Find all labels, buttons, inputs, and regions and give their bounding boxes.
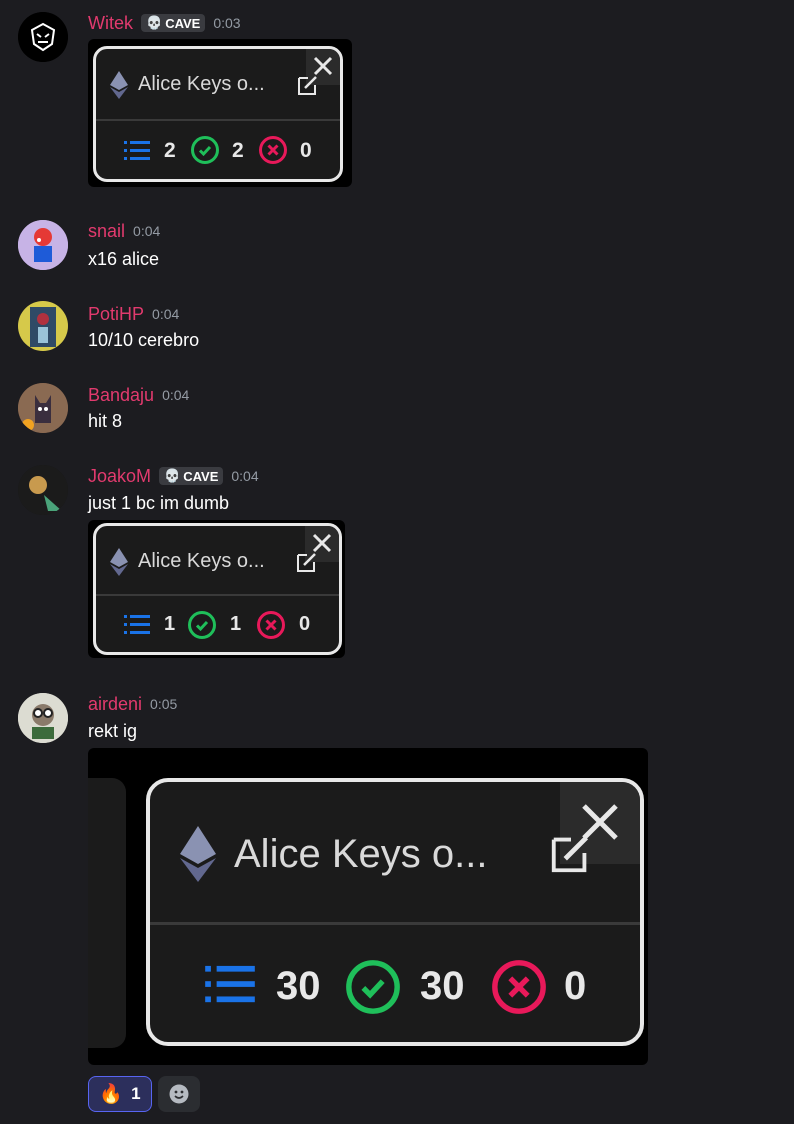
reaction-count: 1 — [131, 1084, 141, 1103]
check-circle-icon — [346, 960, 400, 1014]
edit-icon — [551, 835, 589, 873]
username[interactable]: airdeni — [88, 694, 142, 715]
timestamp: 0:05 — [150, 696, 178, 712]
message-header: JoakoM 💀 CAVE 0:04 — [88, 465, 259, 487]
list-icon — [124, 141, 150, 160]
timestamp: 0:04 — [231, 468, 259, 484]
avatar[interactable] — [18, 12, 68, 62]
correct-count: 30 — [420, 964, 465, 1008]
message-text: x16 alice — [88, 249, 160, 269]
correct-count: 2 — [232, 139, 244, 162]
panel-title: Alice Keys o... — [138, 73, 265, 95]
avatar[interactable] — [18, 383, 68, 433]
message-header: snail 0:04 — [88, 220, 160, 242]
guild-tag[interactable]: 💀 CAVE — [141, 14, 206, 32]
fire-reaction[interactable]: 🔥 1 — [88, 1076, 152, 1112]
add-reaction-button[interactable] — [158, 1076, 200, 1112]
divider — [150, 922, 640, 925]
username[interactable]: Bandaju — [88, 385, 154, 406]
wrong-count: 0 — [564, 964, 587, 1008]
ethereum-icon — [180, 826, 216, 882]
username[interactable]: Witek — [88, 13, 133, 34]
edit-icon — [298, 76, 317, 95]
username[interactable]: JoakoM — [88, 466, 151, 487]
avatar[interactable] — [18, 693, 68, 743]
timestamp: 0:04 — [133, 223, 161, 239]
timestamp: 0:04 — [152, 306, 180, 322]
divider — [96, 119, 340, 121]
wrong-count: 0 — [299, 613, 311, 635]
reactions-bar: 🔥 1 — [88, 1076, 200, 1112]
avatar[interactable] — [18, 301, 68, 351]
timestamp: 0:04 — [162, 387, 190, 403]
image-embed[interactable]: Alice Keys o... 30 30 0 — [88, 748, 648, 1065]
panel-title: Alice Keys o... — [234, 832, 488, 876]
add-reaction-icon — [169, 1084, 189, 1104]
wrong-count: 0 — [300, 139, 312, 162]
message-text: hit 8 — [88, 411, 123, 431]
username[interactable]: snail — [88, 221, 125, 242]
guild-tag[interactable]: 💀 CAVE — [159, 467, 224, 485]
timestamp: 0:03 — [213, 15, 241, 31]
list-icon — [124, 615, 150, 634]
skull-icon: 💀 — [146, 15, 163, 30]
check-circle-icon — [188, 611, 216, 639]
username[interactable]: PotiHP — [88, 304, 144, 325]
correct-count: 1 — [230, 613, 242, 635]
message-header: Witek 💀 CAVE 0:03 — [88, 12, 241, 34]
message-text: 10/10 cerebro — [88, 330, 200, 350]
edit-icon — [297, 553, 316, 572]
list-icon — [205, 965, 255, 1003]
skull-icon: 💀 — [164, 468, 181, 483]
message-text: rekt ig — [88, 721, 138, 741]
message-header: PotiHP 0:04 — [88, 303, 179, 325]
message-header: airdeni 0:05 — [88, 693, 177, 715]
ethereum-icon — [110, 71, 128, 99]
stats-panel: Alice Keys o... 1 1 0 — [93, 523, 342, 655]
fire-icon: 🔥 — [99, 1084, 124, 1105]
x-circle-icon — [259, 136, 287, 164]
divider — [96, 594, 339, 596]
ethereum-icon — [110, 548, 128, 576]
avatar[interactable] — [18, 220, 68, 270]
message-header: Bandaju 0:04 — [88, 384, 189, 406]
total-count: 2 — [164, 139, 176, 162]
x-circle-icon — [492, 960, 546, 1014]
check-circle-icon — [191, 136, 219, 164]
total-count: 1 — [164, 613, 176, 635]
stats-panel: Alice Keys o... 30 30 0 — [146, 778, 644, 1046]
message-text: just 1 bc im dumb — [88, 493, 230, 513]
panel-title: Alice Keys o... — [138, 550, 265, 572]
image-embed[interactable]: Alice Keys o... 1 1 0 — [88, 520, 345, 658]
stats-panel: Alice Keys o... 2 2 0 — [93, 46, 343, 182]
x-circle-icon — [257, 611, 285, 639]
avatar[interactable] — [18, 465, 68, 515]
total-count: 30 — [276, 964, 321, 1008]
image-embed[interactable]: Alice Keys o... 2 2 0 — [88, 39, 352, 187]
background-panel — [88, 778, 126, 1048]
